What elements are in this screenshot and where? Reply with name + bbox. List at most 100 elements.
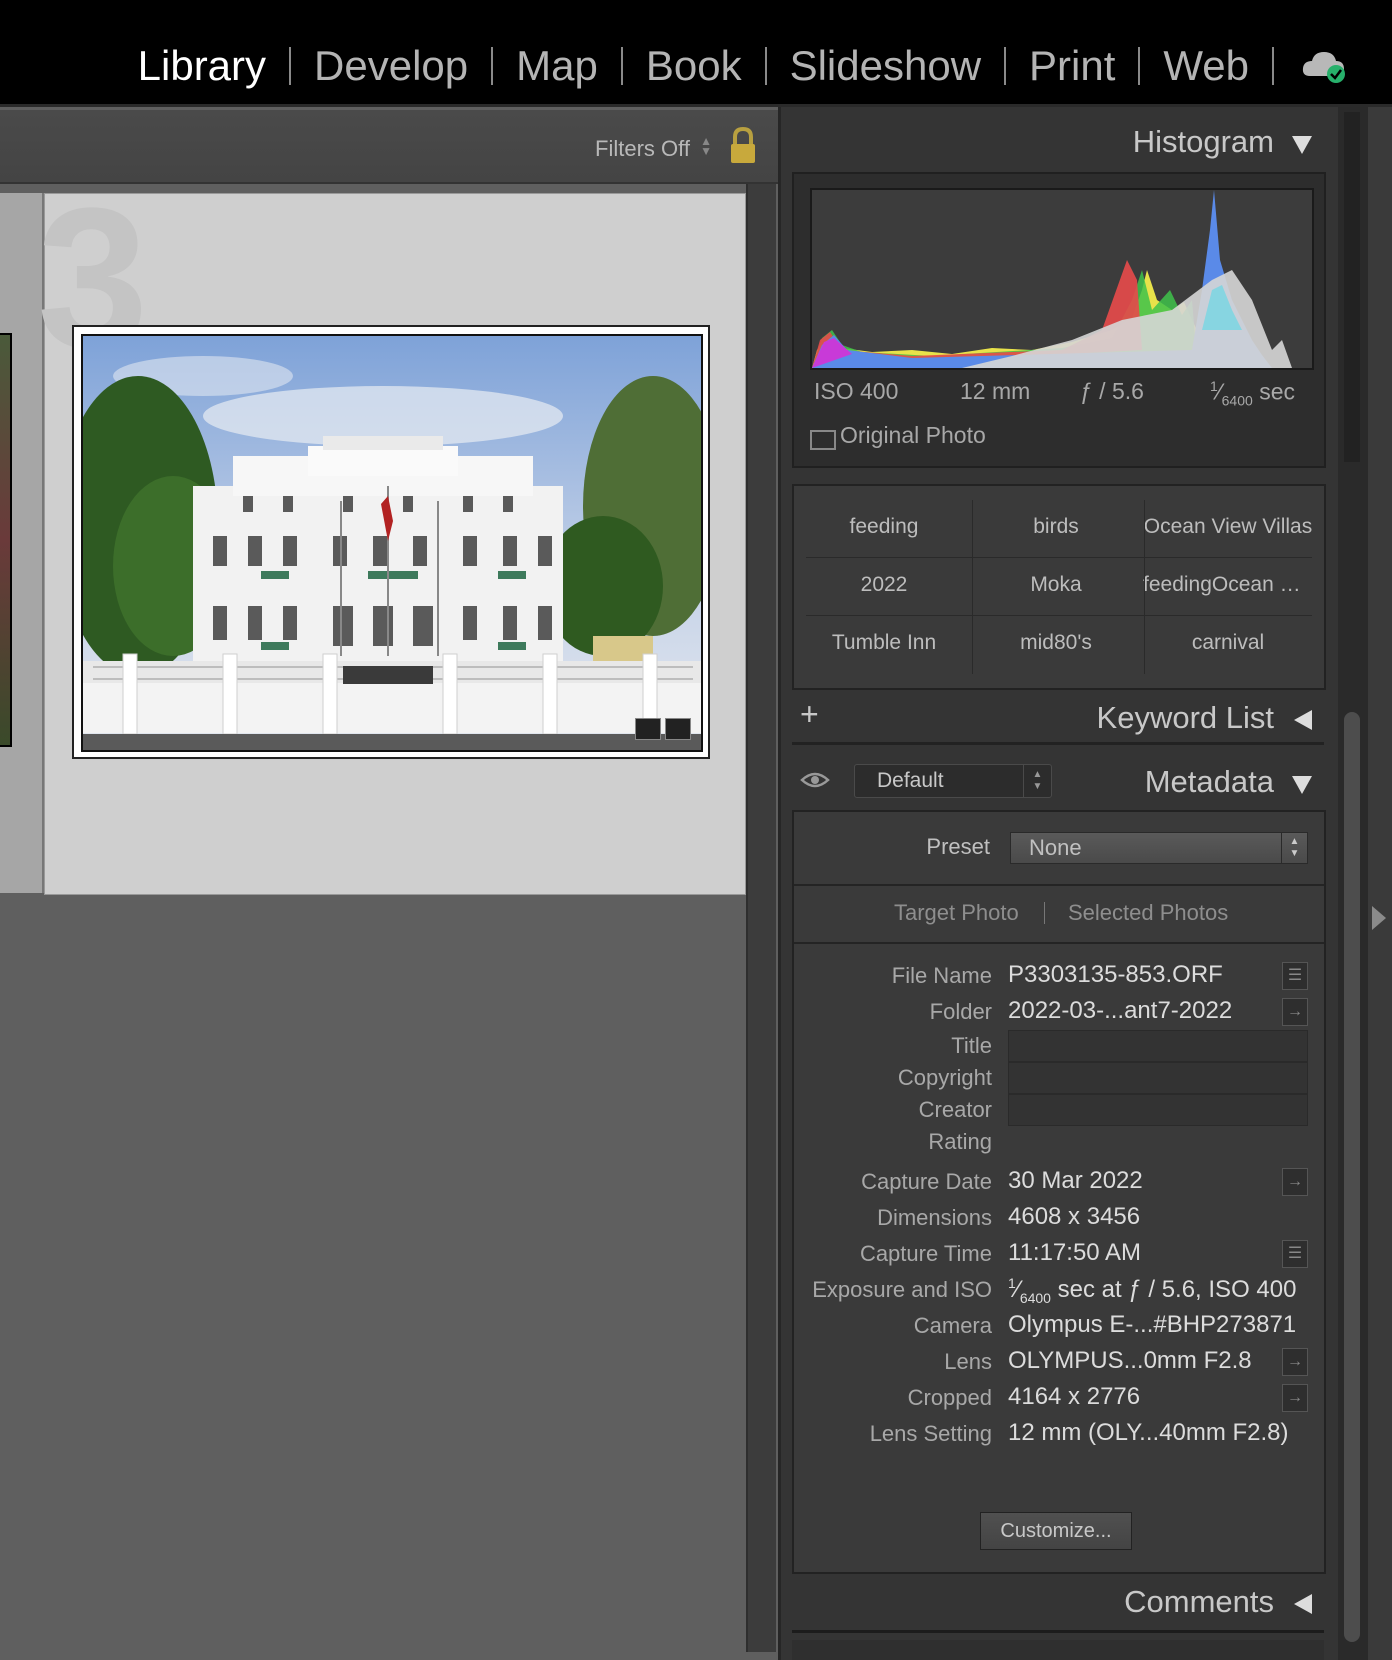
collapse-triangle-icon[interactable]	[1292, 136, 1312, 154]
metadata-target-row: Target Photo Selected Photos	[794, 886, 1324, 944]
cloud-sync-check-icon[interactable]	[1300, 46, 1348, 86]
capture-time-value: 11:17:50 AM	[1008, 1239, 1141, 1266]
target-photo-toggle[interactable]: Target Photo	[894, 900, 1019, 926]
module-picker-bar: Library Develop Map Book Slideshow Print…	[0, 0, 1392, 107]
next-panel-header	[792, 1640, 1324, 1660]
lens-value: OLYMPUS...0mm F2.8	[1008, 1347, 1252, 1374]
filters-dropdown-arrows-icon[interactable]: ▲ ▼	[700, 135, 712, 157]
keyword-list-header[interactable]: Keyword List	[792, 686, 1324, 750]
keyword-suggestion[interactable]: feedingOcean View...	[1143, 558, 1313, 612]
keyword-suggestion[interactable]: Moka	[971, 558, 1141, 612]
target-divider	[1044, 902, 1045, 924]
metadata-label: Lens Setting	[869, 1421, 992, 1446]
keyword-divider	[972, 500, 973, 674]
keyword-suggestion[interactable]: feeding	[799, 500, 969, 554]
module-develop[interactable]: Develop	[291, 38, 491, 94]
histogram-graph[interactable]	[810, 188, 1314, 370]
module-print[interactable]: Print	[1006, 38, 1138, 94]
exposure-value: 1⁄6400 sec at ƒ / 5.6, ISO 400	[1008, 1275, 1297, 1306]
keyword-divider	[806, 557, 1312, 558]
metadata-row-lens: Lens OLYMPUS...0mm F2.8 →	[794, 1346, 1324, 1380]
module-slideshow[interactable]: Slideshow	[767, 38, 1004, 94]
metadata-label: Title	[951, 1033, 992, 1058]
keyword-suggestion[interactable]: birds	[971, 500, 1141, 554]
expand-triangle-icon[interactable]	[1294, 710, 1312, 730]
metadata-label: Lens	[944, 1349, 992, 1374]
histogram-focal-length: 12 mm	[960, 378, 1031, 404]
metadata-row-copyright: Copyright	[794, 1062, 1324, 1096]
crop-badge-icon[interactable]	[635, 718, 661, 740]
keyword-suggestion[interactable]: mid80's	[971, 616, 1141, 670]
develop-adjust-badge-icon[interactable]	[665, 718, 691, 740]
selected-photos-toggle[interactable]: Selected Photos	[1068, 900, 1228, 926]
histogram-header[interactable]: Histogram	[792, 110, 1324, 174]
metadata-row-capture-time: Capture Time 11:17:50 AM ☰	[794, 1238, 1324, 1272]
right-panel-toggle-icon[interactable]	[1372, 906, 1386, 930]
metadata-label: Exposure and ISO	[812, 1277, 992, 1302]
folder-value: 2022-03-...ant7-2022	[1008, 997, 1233, 1024]
lens-setting-value: 12 mm (OLY...40mm F2.8)	[1008, 1419, 1289, 1446]
title-field[interactable]	[1008, 1030, 1308, 1062]
creator-field[interactable]	[1008, 1094, 1308, 1126]
right-panel-scrollbar-thumb[interactable]	[1344, 712, 1360, 1642]
metadata-label: Camera	[913, 1313, 992, 1338]
comments-title: Comments	[1124, 1584, 1274, 1619]
metadata-row-cropped: Cropped 4164 x 2776 →	[794, 1382, 1324, 1416]
cropped-value: 4164 x 2776	[1008, 1383, 1141, 1410]
list-icon[interactable]: ☰	[1282, 1240, 1308, 1268]
file-name-value[interactable]: P3303135-853.ORF	[1008, 961, 1223, 989]
metadata-row-dimensions: Dimensions 4608 x 3456	[794, 1202, 1324, 1236]
module-map[interactable]: Map	[493, 38, 621, 94]
copyright-field[interactable]	[1008, 1062, 1308, 1094]
go-to-arrow-icon[interactable]: →	[1282, 1348, 1308, 1376]
metadata-label: Cropped	[907, 1385, 992, 1410]
metadata-title: Metadata	[1144, 764, 1274, 799]
customize-button[interactable]: Customize...	[980, 1512, 1132, 1550]
module-library[interactable]: Library	[115, 38, 289, 94]
metadata-label: Copyright	[897, 1065, 992, 1090]
histogram-title: Histogram	[1132, 124, 1274, 159]
go-to-arrow-icon[interactable]: →	[1282, 998, 1308, 1026]
go-to-arrow-icon[interactable]: →	[1282, 1384, 1308, 1412]
keyword-suggestion[interactable]: 2022	[799, 558, 969, 612]
comments-header[interactable]: Comments	[792, 1570, 1324, 1634]
panel-divider	[792, 742, 1324, 745]
metadata-row-camera: Camera Olympus E-...#BHP273871	[794, 1310, 1324, 1344]
collapse-triangle-icon[interactable]	[1292, 776, 1312, 794]
photo-thumbnail[interactable]	[58, 334, 723, 752]
metadata-label: Rating	[928, 1129, 992, 1154]
preset-value: None	[1029, 835, 1082, 860]
module-book[interactable]: Book	[623, 38, 765, 94]
metadata-row-creator: Creator	[794, 1094, 1324, 1128]
keyword-suggestion[interactable]: Ocean View Villas	[1143, 500, 1313, 554]
go-to-arrow-icon[interactable]: →	[1282, 1168, 1308, 1196]
filters-off-dropdown[interactable]: Filters Off	[595, 136, 690, 162]
metadata-label: File Name	[891, 963, 992, 988]
module-separator	[1272, 47, 1274, 85]
photo-thumbnail-frame[interactable]	[58, 325, 723, 759]
list-icon[interactable]: ☰	[1282, 962, 1308, 990]
preset-select[interactable]: None ▲ ▼	[1010, 832, 1308, 864]
metadata-header[interactable]: Metadata	[792, 750, 1324, 814]
thumbnail-badges	[635, 718, 691, 740]
grid-view: 3	[0, 167, 778, 1652]
metadata-label: Folder	[929, 999, 992, 1024]
original-photo-checkbox[interactable]	[810, 430, 836, 450]
metadata-row-folder: Folder 2022-03-...ant7-2022 →	[794, 996, 1324, 1030]
module-web[interactable]: Web	[1140, 38, 1272, 94]
metadata-row-rating: Rating	[794, 1126, 1324, 1160]
expand-triangle-icon[interactable]	[1294, 1594, 1312, 1614]
original-photo-label[interactable]: Original Photo	[840, 422, 986, 449]
grid-scrollbar[interactable]	[746, 184, 776, 1652]
histogram-aperture: ƒ / 5.6	[1080, 378, 1144, 404]
keyword-suggestion[interactable]: Tumble Inn	[799, 616, 969, 670]
grid-cell-selected[interactable]: 3	[37, 167, 746, 895]
capture-date-value: 30 Mar 2022	[1008, 1167, 1143, 1194]
metadata-row-capture-date: Capture Date 30 Mar 2022 →	[794, 1166, 1324, 1200]
camera-value: Olympus E-...#BHP273871	[1008, 1311, 1297, 1338]
lock-icon[interactable]	[728, 126, 758, 166]
photo-thumbnail-previous[interactable]	[0, 333, 12, 747]
metadata-row-file-name: File Name P3303135-853.ORF ☰	[794, 960, 1324, 994]
keyword-suggestion[interactable]: carnival	[1143, 616, 1313, 670]
keyword-divider	[1144, 500, 1145, 674]
